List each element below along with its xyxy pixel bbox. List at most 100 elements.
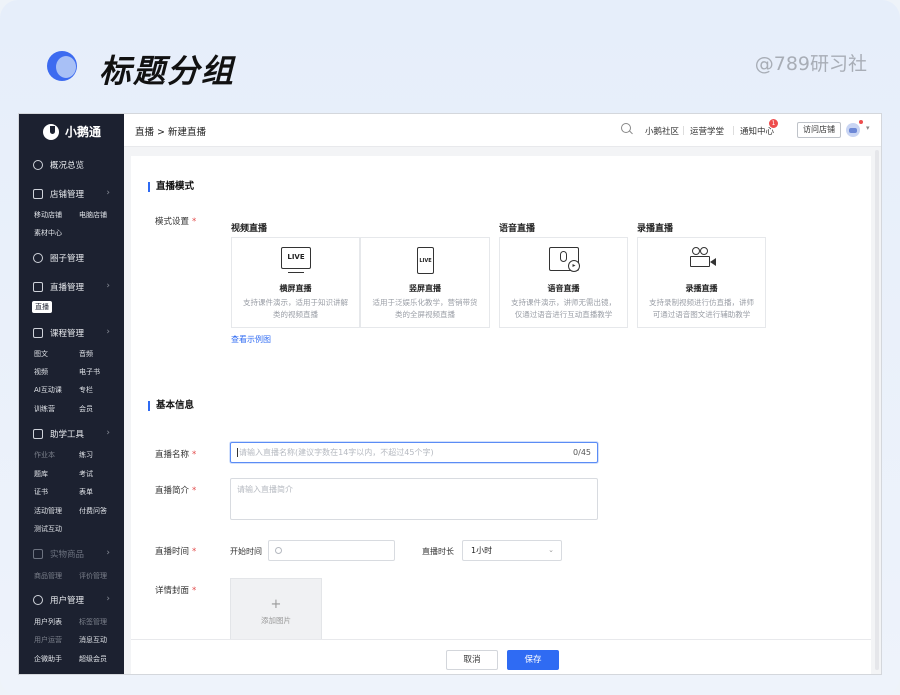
sidebar-item-tools[interactable]: 助学工具 › [19,423,124,445]
tools-icon [33,429,43,439]
cancel-button[interactable]: 取消 [446,650,498,670]
cover-upload[interactable]: + 添加图片 [230,578,322,647]
start-time-picker[interactable] [268,540,395,561]
sidebar-sub-user-ops[interactable]: 用户运营 [34,635,62,645]
chevron-down-icon[interactable]: ▾ [866,124,870,132]
plus-icon: + [270,597,282,612]
group-header-voice: 语音直播 [499,224,536,234]
clock-icon [275,547,282,554]
notification-link[interactable]: 通知中心 [740,125,774,137]
chevron-right-icon: › [106,327,110,337]
sidebar-sub-mobile-store[interactable]: 移动店铺 [34,210,62,220]
sidebar-sub-review[interactable]: 评价管理 [79,571,107,581]
sidebar-sub-super-member[interactable]: 超级会员 [79,654,107,664]
mode-field-label: 模式设置 * [155,217,197,227]
cover-field-label: 详情封面 * [155,586,197,596]
sidebar-sub-practice[interactable]: 练习 [79,450,93,460]
start-time-label: 开始时间 [230,547,262,556]
sidebar-sub-wecom[interactable]: 企微助手 [34,654,62,664]
view-example-link[interactable]: 查看示例图 [231,334,271,345]
sidebar-item-course[interactable]: 课程管理 › [19,322,124,344]
slide-title: 标题分组 [99,52,236,90]
live-intro-textarea[interactable]: 请输入直播简介 [230,478,598,520]
sidebar-item-store[interactable]: 店铺管理 › [19,183,124,205]
sidebar-sub-video[interactable]: 视频 [34,367,48,377]
scrollbar[interactable] [875,150,879,670]
sidebar-item-community[interactable]: 圈子管理 [19,247,124,269]
sidebar-sub-member[interactable]: 会员 [79,404,93,414]
watermark-brand: @789研习社 [754,53,867,75]
notification-badge: 1 [769,119,778,128]
sidebar-sub-ebook[interactable]: 电子书 [79,367,100,377]
sidebar-sub-article[interactable]: 图文 [34,349,48,359]
text-caret [237,448,238,457]
sidebar-sub-material[interactable]: 素材中心 [34,228,62,238]
course-icon [33,328,43,338]
sidebar-sub-ai-course[interactable]: AI互动课 [34,385,62,395]
live-phone-icon: LIVE [417,247,434,274]
sidebar-sub-messages[interactable]: 消息互动 [79,635,107,645]
live-name-input[interactable]: 请输入直播名称(建议字数在14字以内，不超过45个字) 0/45 [230,442,598,463]
sidebar-item-users[interactable]: 用户管理 › [19,589,124,611]
main-content: 直播模式 模式设置 * 视频直播 语音直播 录播直播 LIVE 横屏直播 支持课件… [131,156,871,674]
sidebar-brand[interactable]: 小鹅通 [43,123,101,140]
top-bar: 直播 > 新建直播 小鹅社区 运营学堂 通知中心 1 访问店铺 ▾ [124,114,881,147]
unread-dot [859,120,863,124]
chevron-right-icon: › [106,281,110,291]
sidebar-sub-tags[interactable]: 标签管理 [79,617,107,627]
sidebar-sub-user-list[interactable]: 用户列表 [34,617,62,627]
sidebar-sub-goods[interactable]: 商品管理 [34,571,62,581]
sidebar-sub-camp[interactable]: 训练营 [34,404,55,414]
app-window: 小鹅通 概况总览 店铺管理 › 移动店铺 电脑店铺 素材中心 圈子管理 直播管理 [18,113,882,675]
goose-logo-icon [43,123,59,140]
intro-field-label: 直播简介 * [155,486,197,496]
duration-select[interactable]: 1小时 ⌄ [462,540,562,561]
chevron-down-icon: ⌄ [548,546,554,554]
sidebar-item-goods[interactable]: 实物商品 › [19,543,124,565]
live-icon [33,282,43,292]
sidebar-sub-test[interactable]: 测试互动 [34,524,62,534]
sidebar-sub-certificate[interactable]: 证书 [34,487,48,497]
sidebar-sub-live-active[interactable]: 直播 [32,301,52,313]
sidebar-sub-column[interactable]: 专栏 [79,385,93,395]
section-title-mode: 直播模式 [148,182,194,192]
sidebar-item-live[interactable]: 直播管理 › [19,276,124,298]
academy-link[interactable]: 运营学堂 [690,125,724,137]
sidebar-sub-form[interactable]: 表单 [79,487,93,497]
group-header-video: 视频直播 [231,224,268,234]
sidebar-item-overview[interactable]: 概况总览 [19,154,124,176]
microphone-icon [560,251,567,262]
goods-icon [33,549,43,559]
community-link[interactable]: 小鹅社区 [645,125,679,137]
mode-card-landscape[interactable]: LIVE 横屏直播 支持课件演示，适用于知识讲解类的视频直播 [231,237,360,328]
sidebar-sub-exam[interactable]: 考试 [79,469,93,479]
search-icon[interactable] [621,123,631,133]
brand-name: 小鹅通 [65,125,102,139]
form-footer: 取消 保存 [131,639,871,674]
sidebar-sub-pc-store[interactable]: 电脑店铺 [79,210,107,220]
live-screen-icon: LIVE [281,247,311,273]
time-field-label: 直播时间 * [155,547,197,557]
save-button[interactable]: 保存 [507,650,559,670]
sidebar-sub-activity[interactable]: 活动管理 [34,506,62,516]
mode-card-record[interactable]: 录播直播 支持录制视频进行仿直播，讲师可通过语音图文进行辅助教学 [637,237,766,328]
voice-live-icon: ▸ [549,247,580,272]
chevron-right-icon: › [106,548,110,558]
sidebar-sub-question-bank[interactable]: 题库 [34,469,48,479]
sidebar-sub-homework[interactable]: 作业本 [34,450,55,460]
avatar[interactable] [846,123,860,137]
sidebar-sub-audio[interactable]: 音频 [79,349,93,359]
char-counter: 0/45 [573,448,591,457]
mode-card-voice[interactable]: ▸ 语音直播 支持课件演示，讲师无需出镜，仅通过语音进行互动直播教学 [499,237,628,328]
duration-label: 直播时长 [422,547,454,556]
visit-store-button[interactable]: 访问店铺 [797,122,841,138]
record-camera-icon [690,247,716,267]
dashboard-icon [33,160,43,170]
sidebar-sub-paid-qa[interactable]: 付费问答 [79,506,107,516]
play-icon: ▸ [568,260,580,272]
mode-card-portrait[interactable]: LIVE 竖屏直播 适用于泛娱乐化教学，营销带货类的全屏视频直播 [360,237,490,328]
community-icon [33,253,43,263]
presentation-card: 标题分组 @789研习社 小鹅通 概况总览 店铺管理 › 移动店铺 电脑店铺 素… [0,0,900,695]
chevron-right-icon: › [106,188,110,198]
user-icon [33,595,43,605]
